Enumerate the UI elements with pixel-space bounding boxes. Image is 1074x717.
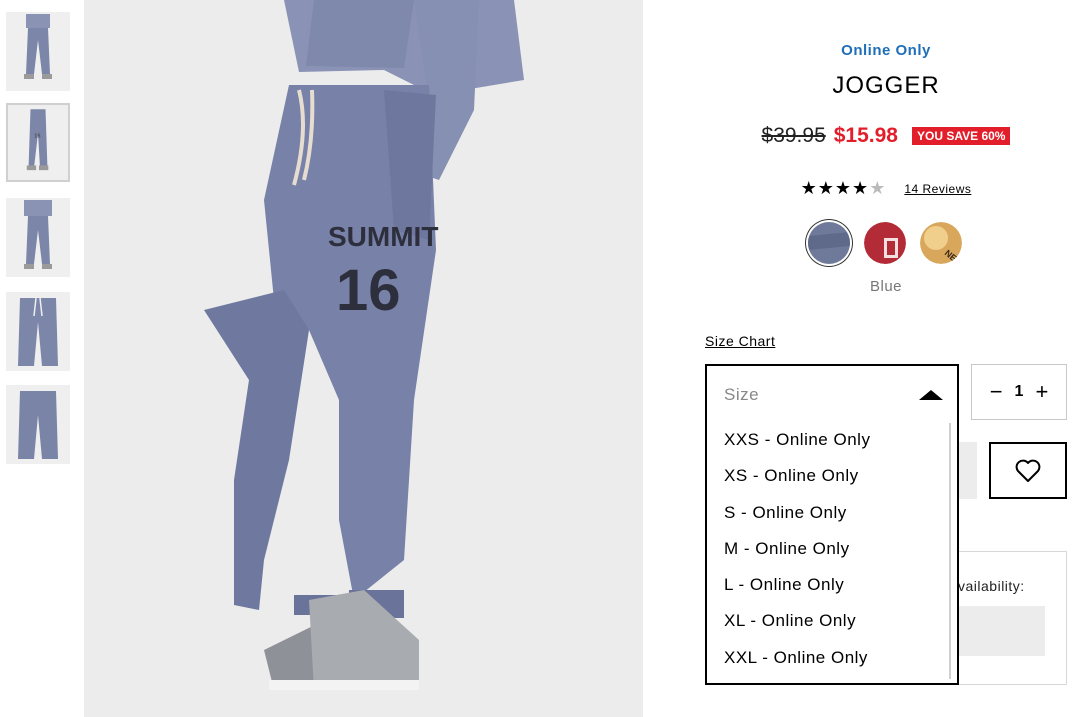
sale-price: $15.98 bbox=[833, 124, 898, 147]
thumbnail-5[interactable] bbox=[6, 385, 70, 464]
size-dropdown-list: XXS - Online Only XS - Online Only S - O… bbox=[705, 417, 959, 685]
swatch-gold[interactable]: NEW bbox=[920, 222, 962, 264]
availability-label: vailability: bbox=[958, 578, 1025, 594]
dropdown-scrollbar[interactable] bbox=[949, 423, 951, 679]
summit-print: SUMMIT bbox=[328, 221, 438, 252]
main-product-image: SUMMIT 16 bbox=[84, 0, 643, 717]
size-option-xs[interactable]: XS - Online Only bbox=[707, 465, 957, 501]
size-select[interactable]: Size bbox=[705, 364, 959, 419]
online-only-badge: Online Only bbox=[841, 42, 931, 59]
quantity-plus-button[interactable]: + bbox=[1035, 381, 1048, 403]
size-option-xl[interactable]: XL - Online Only bbox=[707, 610, 957, 646]
size-select-placeholder: Size bbox=[724, 385, 760, 404]
size-option-s[interactable]: S - Online Only bbox=[707, 502, 957, 538]
original-price: $39.95 bbox=[761, 124, 826, 147]
color-swatches: NEW bbox=[808, 222, 962, 264]
thumbnail-1[interactable] bbox=[6, 12, 70, 91]
thumbnail-3[interactable] bbox=[6, 198, 70, 277]
quantity-stepper: − 1 + bbox=[971, 364, 1067, 420]
caret-up-icon bbox=[919, 390, 943, 400]
thumbnail-2[interactable]: 16 bbox=[6, 103, 70, 182]
heart-icon bbox=[1015, 459, 1041, 482]
star-rating-icon: ★★★★★ bbox=[800, 178, 887, 198]
availability-input[interactable] bbox=[956, 606, 1045, 656]
savings-badge: YOU SAVE 60% bbox=[911, 127, 1011, 145]
size-option-m[interactable]: M - Online Only bbox=[707, 538, 957, 574]
thumbnail-4[interactable] bbox=[6, 292, 70, 371]
number-print: 16 bbox=[336, 258, 401, 323]
selected-color-name: Blue bbox=[869, 278, 903, 295]
product-title: JOGGER bbox=[832, 72, 940, 99]
reviews-link[interactable]: 14 Reviews bbox=[904, 182, 971, 196]
size-option-xxl[interactable]: XXL - Online Only bbox=[707, 647, 957, 683]
size-option-l[interactable]: L - Online Only bbox=[707, 574, 957, 610]
quantity-value: 1 bbox=[1014, 383, 1024, 400]
svg-text:16: 16 bbox=[34, 133, 40, 139]
product-info-panel: Online Only JOGGER $39.95 $15.98 YOU SAV… bbox=[700, 0, 1074, 717]
swatch-blue[interactable] bbox=[808, 222, 850, 264]
wishlist-button[interactable] bbox=[989, 442, 1067, 499]
size-option-xxs[interactable]: XXS - Online Only bbox=[707, 429, 957, 465]
swatch-red[interactable] bbox=[864, 222, 906, 264]
quantity-minus-button[interactable]: − bbox=[990, 381, 1003, 403]
price-block: $39.95 $15.98 YOU SAVE 60% bbox=[700, 124, 1072, 148]
add-to-bag-button[interactable] bbox=[956, 442, 977, 499]
jogger-photo: SUMMIT 16 bbox=[84, 0, 643, 717]
rating-row: ★★★★★ 14 Reviews bbox=[700, 178, 1072, 199]
size-chart-link[interactable]: Size Chart bbox=[705, 333, 775, 349]
